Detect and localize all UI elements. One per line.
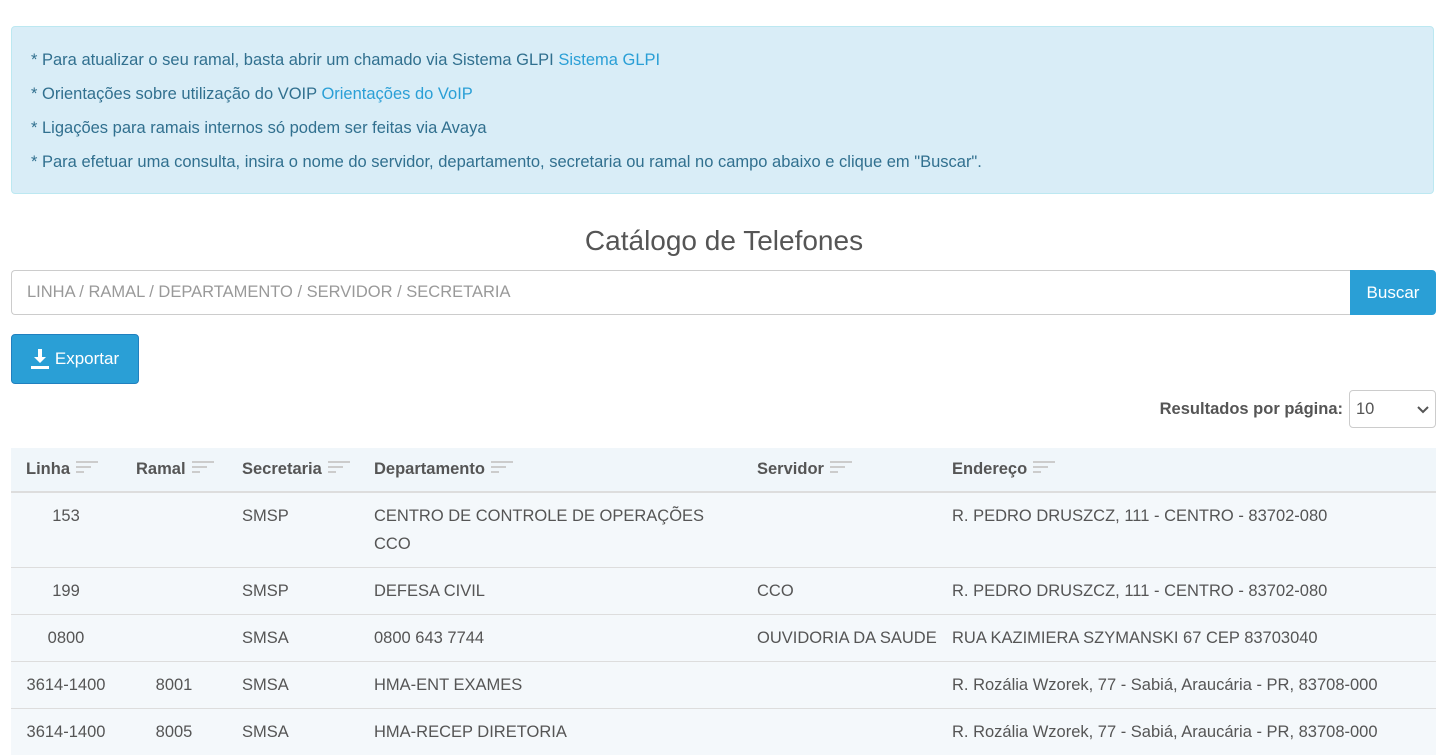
phone-catalog-table: Linha Ramal Secretaria Departamento Serv…	[11, 448, 1436, 755]
cell-ramal: 8005	[121, 709, 227, 755]
sort-icon	[76, 460, 98, 479]
info-text: * Ligações para ramais internos só podem…	[31, 119, 487, 137]
cell-endereco: R. Rozália Wzorek, 77 - Sabiá, Araucária…	[937, 709, 1436, 755]
table-row: 199 SMSP DEFESA CIVIL CCO R. PEDRO DRUSZ…	[11, 568, 1436, 615]
cell-endereco: R. PEDRO DRUSZCZ, 111 - CENTRO - 83702-0…	[937, 568, 1436, 615]
per-page-value: 10	[1356, 400, 1374, 419]
column-header-ramal[interactable]: Ramal	[121, 448, 227, 492]
cell-secretaria: SMSA	[227, 662, 359, 709]
cell-departamento: HMA-ENT EXAMES	[359, 662, 742, 709]
glpi-link[interactable]: Sistema GLPI	[558, 51, 660, 69]
cell-linha: 199	[11, 568, 121, 615]
cell-servidor	[742, 709, 937, 755]
cell-secretaria: SMSA	[227, 709, 359, 755]
search-button[interactable]: Buscar	[1350, 270, 1436, 315]
search-bar: Buscar	[11, 270, 1436, 315]
per-page-label: Resultados por página:	[1160, 400, 1343, 419]
info-line-voip: * Orientações sobre utilização do VOIP O…	[31, 82, 1433, 116]
table-row: 153 SMSP CENTRO DE CONTROLE DE OPERAÇÕES…	[11, 492, 1436, 568]
table-header-row: Linha Ramal Secretaria Departamento Serv…	[11, 448, 1436, 492]
sort-icon	[192, 460, 214, 479]
per-page-select[interactable]: 10	[1349, 390, 1436, 428]
sort-icon	[1033, 460, 1055, 479]
info-text: * Orientações sobre utilização do VOIP	[31, 85, 321, 103]
sort-icon	[328, 460, 350, 479]
cell-departamento: DEFESA CIVIL	[359, 568, 742, 615]
page-title: Catálogo de Telefones	[0, 222, 1448, 260]
cell-ramal	[121, 568, 227, 615]
cell-endereco: R. Rozália Wzorek, 77 - Sabiá, Araucária…	[937, 662, 1436, 709]
cell-ramal: 8001	[121, 662, 227, 709]
cell-linha: 153	[11, 492, 121, 568]
info-line-search-help: * Para efetuar uma consulta, insira o no…	[31, 150, 1433, 184]
table-row: 3614-1400 8001 SMSA HMA-ENT EXAMES R. Ro…	[11, 662, 1436, 709]
cell-servidor	[742, 662, 937, 709]
export-label: Exportar	[55, 349, 119, 369]
search-input[interactable]	[11, 270, 1350, 315]
download-icon	[31, 349, 49, 369]
column-header-departamento[interactable]: Departamento	[359, 448, 742, 492]
cell-departamento: 0800 643 7744	[359, 615, 742, 662]
per-page-control: Resultados por página: 10	[1160, 390, 1436, 428]
cell-ramal	[121, 615, 227, 662]
sort-icon	[830, 460, 852, 479]
cell-secretaria: SMSA	[227, 615, 359, 662]
export-button[interactable]: Exportar	[11, 334, 139, 384]
cell-departamento: CENTRO DE CONTROLE DE OPERAÇÕES CCO	[359, 492, 742, 568]
cell-linha: 3614-1400	[11, 709, 121, 755]
cell-linha: 0800	[11, 615, 121, 662]
cell-linha: 3614-1400	[11, 662, 121, 709]
info-alert: * Para atualizar o seu ramal, basta abri…	[11, 26, 1434, 194]
table-row: 3614-1400 8005 SMSA HMA-RECEP DIRETORIA …	[11, 709, 1436, 755]
info-line-glpi: * Para atualizar o seu ramal, basta abri…	[31, 48, 1433, 82]
chevron-down-icon	[1417, 400, 1429, 419]
column-header-secretaria[interactable]: Secretaria	[227, 448, 359, 492]
cell-servidor	[742, 492, 937, 568]
cell-secretaria: SMSP	[227, 492, 359, 568]
sort-icon	[491, 460, 513, 479]
info-line-avaya: * Ligações para ramais internos só podem…	[31, 116, 1433, 150]
cell-endereco: R. PEDRO DRUSZCZ, 111 - CENTRO - 83702-0…	[937, 492, 1436, 568]
column-header-linha[interactable]: Linha	[11, 448, 121, 492]
column-header-endereco[interactable]: Endereço	[937, 448, 1436, 492]
info-text: * Para efetuar uma consulta, insira o no…	[31, 153, 982, 171]
table-row: 0800 SMSA 0800 643 7744 OUVIDORIA DA SAU…	[11, 615, 1436, 662]
column-header-servidor[interactable]: Servidor	[742, 448, 937, 492]
info-text: * Para atualizar o seu ramal, basta abri…	[31, 51, 558, 69]
voip-link[interactable]: Orientações do VoIP	[321, 85, 472, 103]
cell-endereco: RUA KAZIMIERA SZYMANSKI 67 CEP 83703040	[937, 615, 1436, 662]
cell-ramal	[121, 492, 227, 568]
cell-servidor: CCO	[742, 568, 937, 615]
cell-servidor: OUVIDORIA DA SAUDE	[742, 615, 937, 662]
cell-departamento: HMA-RECEP DIRETORIA	[359, 709, 742, 755]
cell-secretaria: SMSP	[227, 568, 359, 615]
